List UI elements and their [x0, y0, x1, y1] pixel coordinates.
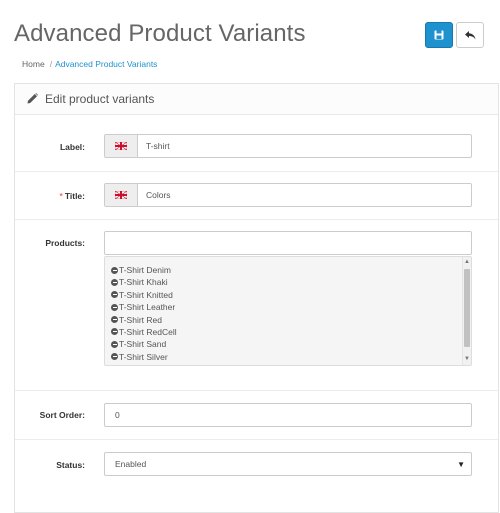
product-name: T-Shirt Knitted	[119, 289, 173, 300]
label-field-label: Label:	[59, 142, 85, 152]
product-list-item[interactable]: T-Shirt Khaki	[111, 276, 177, 288]
top-edge-fragment	[330, 0, 490, 3]
save-icon	[434, 30, 444, 40]
breadcrumb-home[interactable]: Home	[22, 59, 45, 69]
sort-order-value[interactable]: 0	[115, 410, 120, 420]
products-list[interactable]: T-Shirt Denim T-Shirt Khaki T-Shirt Knitte…	[104, 256, 472, 366]
title-input[interactable]: Colors	[146, 190, 171, 200]
product-list-item[interactable]: T-Shirt Sand	[111, 338, 177, 350]
back-button[interactable]	[456, 22, 484, 48]
products-field-label: Products:	[45, 238, 85, 248]
reply-icon	[464, 30, 475, 39]
status-value[interactable]: Enabled	[115, 459, 146, 469]
minus-circle-icon[interactable]	[111, 328, 118, 336]
breadcrumb: Home / Advanced Product Variants	[22, 59, 158, 69]
divider	[15, 390, 498, 391]
minus-circle-icon[interactable]	[111, 303, 118, 311]
product-list-item[interactable]: T-Shirt RedCell	[111, 326, 177, 338]
scroll-up-icon[interactable]: ▲	[464, 259, 470, 265]
divider	[15, 439, 498, 440]
divider	[15, 219, 498, 220]
scroll-down-icon[interactable]: ▼	[464, 356, 470, 362]
product-name: T-Shirt Sand	[119, 339, 167, 350]
minus-circle-icon[interactable]	[111, 316, 118, 324]
product-list-item[interactable]: T-Shirt Silver	[111, 351, 177, 363]
breadcrumb-current[interactable]: Advanced Product Variants	[55, 59, 157, 69]
product-list-item[interactable]: T-Shirt Leather	[111, 301, 177, 313]
label-input-group[interactable]: T-shirt	[104, 134, 472, 158]
chevron-down-icon: ▼	[457, 460, 465, 469]
edit-panel: Edit product variants Label: T-shirt * Ti…	[14, 83, 499, 513]
status-label: Status:	[56, 460, 85, 470]
product-name: T-Shirt Silver	[119, 351, 168, 362]
products-list-items: T-Shirt Denim T-Shirt Khaki T-Shirt Knitte…	[111, 264, 177, 363]
product-list-item[interactable]: T-Shirt Knitted	[111, 289, 177, 301]
minus-circle-icon[interactable]	[111, 353, 118, 361]
minus-circle-icon[interactable]	[111, 291, 118, 299]
divider	[15, 171, 498, 172]
product-name: T-Shirt Leather	[119, 302, 176, 313]
product-list-item[interactable]: T-Shirt Red	[111, 314, 177, 326]
product-name: T-Shirt Khaki	[119, 277, 168, 288]
scrollbar[interactable]: ▲ ▼	[462, 257, 471, 365]
required-mark: *	[59, 191, 63, 201]
pencil-icon	[27, 93, 38, 104]
page-title: Advanced Product Variants	[14, 20, 306, 47]
product-name: T-Shirt Red	[119, 314, 162, 325]
sort-order-input[interactable]: 0	[104, 403, 472, 427]
english-flag-icon	[105, 135, 138, 157]
title-field-label: * Title:	[15, 191, 85, 201]
product-name: T-Shirt Denim	[119, 265, 171, 275]
sort-order-label: Sort Order:	[39, 410, 85, 420]
panel-heading: Edit product variants	[15, 84, 498, 115]
label-input[interactable]: T-shirt	[146, 141, 170, 151]
title-label-text: Title:	[64, 191, 85, 201]
minus-circle-icon[interactable]	[111, 266, 118, 274]
minus-circle-icon[interactable]	[111, 278, 118, 286]
products-input[interactable]	[104, 231, 472, 255]
minus-circle-icon[interactable]	[111, 340, 118, 348]
panel-title: Edit product variants	[45, 92, 155, 106]
save-button[interactable]	[425, 22, 453, 48]
title-input-group[interactable]: Colors	[104, 183, 472, 207]
english-flag-icon	[105, 184, 138, 206]
scrollbar-thumb[interactable]	[464, 269, 470, 347]
product-name: T-Shirt RedCell	[119, 326, 177, 337]
status-select[interactable]: Enabled ▼	[104, 452, 472, 476]
product-list-item[interactable]: T-Shirt Denim	[111, 264, 177, 276]
